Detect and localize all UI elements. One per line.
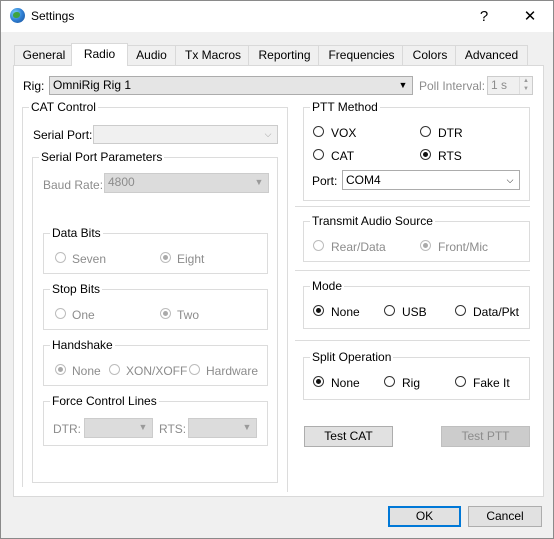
baud-rate-select[interactable]: 4800 ▼ [104, 173, 269, 193]
cat-ptt-divider [287, 107, 288, 492]
split-fake-it-radio[interactable] [455, 376, 466, 387]
handshake-hardware-label: Hardware [206, 364, 259, 378]
radio-tab-panel: Rig: OmniRig Rig 1 ▼ Poll Interval: 1 s … [13, 65, 544, 497]
mode-usb-radio[interactable] [384, 305, 395, 316]
ptt-method-title: PTT Method [310, 100, 380, 114]
audio-front-mic-label: Front/Mic [438, 240, 489, 254]
tab-colors[interactable]: Colors [402, 45, 458, 65]
data-bits-seven-radio[interactable] [55, 252, 66, 263]
mode-none-radio[interactable] [313, 305, 324, 316]
cat-control-title: CAT Control [29, 100, 98, 114]
rig-select[interactable]: OmniRig Rig 1 ▼ [49, 76, 413, 95]
tab-reporting[interactable]: Reporting [248, 45, 321, 65]
split-none-radio[interactable] [313, 376, 324, 387]
ptt-vox-label: VOX [331, 126, 357, 140]
close-button[interactable]: ✕ [508, 3, 552, 30]
chevron-down-icon: ▼ [138, 422, 148, 432]
split-rig-radio[interactable] [384, 376, 395, 387]
tab-advanced[interactable]: Advanced [455, 45, 528, 65]
stop-bits-two-label: Two [177, 308, 200, 322]
poll-interval-label: Poll Interval: [419, 79, 486, 93]
mode-data-pkt-radio[interactable] [455, 305, 466, 316]
serial-port-label: Serial Port: [33, 128, 93, 142]
stop-bits-title: Stop Bits [50, 282, 103, 296]
stop-bits-two-radio[interactable] [160, 308, 171, 319]
chevron-down-icon: ▼ [242, 422, 252, 432]
split-none-label: None [331, 376, 360, 390]
mode-title: Mode [310, 279, 345, 293]
ptt-dtr-radio[interactable] [420, 126, 431, 137]
rig-label: Rig: [23, 79, 45, 93]
cancel-button[interactable]: Cancel [468, 506, 542, 527]
title-bar: Settings ? ✕ [1, 1, 553, 32]
ok-button[interactable]: OK [388, 506, 461, 527]
chevron-down-icon: ▼ [398, 80, 408, 90]
mode-usb-label: USB [402, 305, 427, 319]
ptt-port-value: COM4 [346, 173, 381, 187]
ptt-divider [295, 206, 530, 207]
test-ptt-button[interactable]: Test PTT [441, 426, 530, 447]
split-fake-it-label: Fake It [473, 376, 510, 390]
ptt-port-select[interactable]: COM4 ⌵ [342, 170, 520, 190]
help-button[interactable]: ? [462, 3, 506, 30]
force-control-title: Force Control Lines [50, 394, 159, 408]
ptt-port-label: Port: [312, 174, 338, 188]
rts-select[interactable]: ▼ [188, 418, 257, 438]
dtr-select[interactable]: ▼ [84, 418, 153, 438]
handshake-none-radio[interactable] [55, 364, 66, 375]
tab-bar: General Radio Audio Tx Macros Reporting … [13, 43, 543, 66]
settings-dialog: Settings ? ✕ General Radio Audio Tx Macr… [0, 0, 554, 539]
data-bits-eight-label: Eight [177, 252, 205, 266]
audio-divider [295, 270, 530, 271]
handshake-hardware-radio[interactable] [189, 364, 200, 375]
data-bits-title: Data Bits [50, 226, 103, 240]
audio-rear-data-label: Rear/Data [331, 240, 386, 254]
data-bits-eight-radio[interactable] [160, 252, 171, 263]
handshake-title: Handshake [50, 338, 115, 352]
ptt-cat-radio[interactable] [313, 149, 324, 160]
tab-frequencies[interactable]: Frequencies [318, 45, 405, 65]
audio-rear-data-radio[interactable] [313, 240, 324, 251]
app-globe-icon [10, 8, 25, 23]
handshake-xonxoff-label: XON/XOFF [126, 364, 188, 378]
tab-general[interactable]: General [14, 45, 74, 65]
split-rig-label: Rig [402, 376, 421, 390]
window-title: Settings [31, 9, 75, 23]
ptt-vox-radio[interactable] [313, 126, 324, 137]
stop-bits-one-radio[interactable] [55, 308, 66, 319]
transmit-audio-source-title: Transmit Audio Source [310, 214, 435, 228]
test-cat-button[interactable]: Test CAT [304, 426, 393, 447]
audio-front-mic-radio[interactable] [420, 240, 431, 251]
baud-rate-value: 4800 [108, 175, 135, 189]
handshake-none-label: None [72, 364, 101, 378]
serial-port-select[interactable]: ⌵ [93, 125, 278, 144]
handshake-xonxoff-radio[interactable] [109, 364, 120, 375]
poll-interval-spinbox[interactable]: 1 s ▲ ▼ [487, 76, 533, 95]
mode-divider [295, 340, 530, 341]
data-bits-seven-label: Seven [72, 252, 107, 266]
mode-none-label: None [331, 305, 360, 319]
tab-tx-macros[interactable]: Tx Macros [175, 45, 251, 65]
ptt-rts-label: RTS [438, 149, 462, 163]
spin-arrows-icon: ▲ ▼ [519, 77, 532, 94]
tab-radio[interactable]: Radio [71, 43, 128, 66]
poll-interval-value: 1 s [491, 78, 508, 92]
chevron-down-icon: ⌵ [264, 129, 272, 139]
ptt-dtr-label: DTR [438, 126, 463, 140]
baud-rate-label: Baud Rate: [43, 178, 104, 192]
rts-label: RTS: [159, 422, 187, 436]
mode-data-pkt-label: Data/Pkt [473, 305, 520, 319]
tab-audio[interactable]: Audio [125, 45, 178, 65]
ptt-rts-radio[interactable] [420, 149, 431, 160]
stop-bits-one-label: One [72, 308, 95, 322]
ptt-cat-label: CAT [331, 149, 355, 163]
rig-select-value: OmniRig Rig 1 [53, 78, 132, 92]
serial-params-title: Serial Port Parameters [39, 150, 165, 164]
chevron-down-icon: ▼ [254, 177, 264, 187]
dtr-label: DTR: [53, 422, 81, 436]
split-operation-title: Split Operation [310, 350, 394, 364]
chevron-down-icon: ⌵ [506, 175, 514, 185]
